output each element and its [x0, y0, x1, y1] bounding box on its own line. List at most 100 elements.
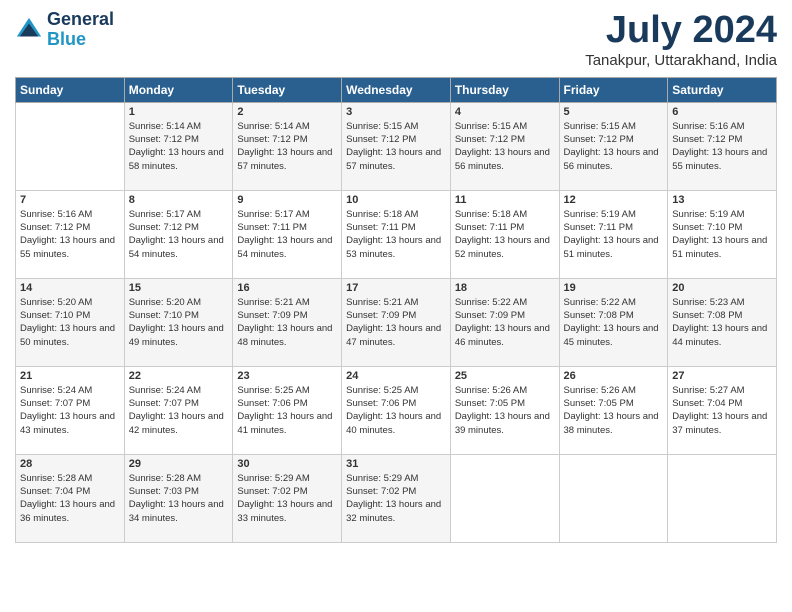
day-info: Sunrise: 5:27 AMSunset: 7:04 PMDaylight:…: [672, 384, 772, 437]
calendar-body: 1 Sunrise: 5:14 AMSunset: 7:12 PMDaylight…: [16, 102, 777, 542]
calendar-cell: 20Sunrise: 5:23 AMSunset: 7:08 PMDayligh…: [668, 278, 777, 366]
day-info: Sunrise: 5:25 AMSunset: 7:06 PMDaylight:…: [237, 384, 337, 437]
page-header: General Blue July 2024 Tanakpur, Uttarak…: [15, 10, 777, 69]
day-number: 14: [20, 282, 120, 294]
calendar-cell: 24 Sunrise: 5:25 AMSunset: 7:06 PMDayligh…: [342, 366, 451, 454]
calendar-cell: [16, 102, 125, 190]
day-number: 21: [20, 370, 120, 382]
day-number: 15: [129, 282, 229, 294]
day-number: 16: [237, 282, 337, 294]
day-info: Sunrise: 5:24 AMSunset: 7:07 PMDaylight:…: [129, 384, 229, 437]
calendar-table: SundayMondayTuesdayWednesdayThursdayFrid…: [15, 77, 777, 543]
day-number: 31: [346, 458, 446, 470]
day-number: 24: [346, 370, 446, 382]
calendar-cell: [559, 454, 668, 542]
calendar-cell: 30 Sunrise: 5:29 AMSunset: 7:02 PMDayligh…: [233, 454, 342, 542]
day-info: Sunrise: 5:22 AMSunset: 7:09 PMDaylight:…: [455, 296, 555, 349]
day-info: Sunrise: 5:21 AMSunset: 7:09 PMDaylight:…: [237, 296, 337, 349]
calendar-cell: 14 Sunrise: 5:20 AMSunset: 7:10 PMDayligh…: [16, 278, 125, 366]
day-info: Sunrise: 5:18 AMSunset: 7:11 PMDaylight:…: [455, 208, 555, 261]
month-title: July 2024: [585, 10, 777, 52]
calendar-cell: 2 Sunrise: 5:14 AMSunset: 7:12 PMDaylight…: [233, 102, 342, 190]
day-number: 1: [129, 106, 229, 118]
day-info: Sunrise: 5:25 AMSunset: 7:06 PMDaylight:…: [346, 384, 446, 437]
calendar-cell: 1Sunrise: 5:14 AMSunset: 7:12 PMDaylight…: [124, 102, 233, 190]
calendar-cell: 10 Sunrise: 5:18 AMSunset: 7:11 PMDayligh…: [342, 190, 451, 278]
calendar-cell: 29Sunrise: 5:28 AMSunset: 7:03 PMDayligh…: [124, 454, 233, 542]
column-header-wednesday: Wednesday: [342, 77, 451, 102]
calendar-cell: 18 Sunrise: 5:22 AMSunset: 7:09 PMDayligh…: [450, 278, 559, 366]
day-info: Sunrise: 5:23 AMSunset: 7:08 PMDaylight:…: [672, 296, 772, 349]
day-info: Sunrise: 5:24 AMSunset: 7:07 PMDaylight:…: [20, 384, 120, 437]
day-number: 23: [237, 370, 337, 382]
day-number: 19: [564, 282, 664, 294]
day-info: Sunrise: 5:28 AMSunset: 7:04 PMDaylight:…: [20, 472, 120, 525]
logo-icon: [15, 16, 43, 44]
day-info: Sunrise: 5:29 AMSunset: 7:02 PMDaylight:…: [237, 472, 337, 525]
day-info: Sunrise: 5:16 AMSunset: 7:12 PMDaylight:…: [20, 208, 120, 261]
day-info: Sunrise: 5:14 AMSunset: 7:12 PMDaylight:…: [237, 120, 337, 173]
calendar-cell: 3Sunrise: 5:15 AMSunset: 7:12 PMDaylight…: [342, 102, 451, 190]
day-info: Sunrise: 5:26 AMSunset: 7:05 PMDaylight:…: [564, 384, 664, 437]
day-number: 13: [672, 194, 772, 206]
calendar-cell: [450, 454, 559, 542]
day-number: 22: [129, 370, 229, 382]
column-header-sunday: Sunday: [16, 77, 125, 102]
location: Tanakpur, Uttarakhand, India: [585, 52, 777, 69]
day-number: 18: [455, 282, 555, 294]
calendar-cell: 19 Sunrise: 5:22 AMSunset: 7:08 PMDayligh…: [559, 278, 668, 366]
calendar-cell: 25 Sunrise: 5:26 AMSunset: 7:05 PMDayligh…: [450, 366, 559, 454]
day-number: 12: [564, 194, 664, 206]
day-info: Sunrise: 5:18 AMSunset: 7:11 PMDaylight:…: [346, 208, 446, 261]
day-info: Sunrise: 5:22 AMSunset: 7:08 PMDaylight:…: [564, 296, 664, 349]
calendar-cell: 21 Sunrise: 5:24 AMSunset: 7:07 PMDayligh…: [16, 366, 125, 454]
day-info: Sunrise: 5:17 AMSunset: 7:11 PMDaylight:…: [237, 208, 337, 261]
calendar-cell: 26 Sunrise: 5:26 AMSunset: 7:05 PMDayligh…: [559, 366, 668, 454]
day-info: Sunrise: 5:20 AMSunset: 7:10 PMDaylight:…: [20, 296, 120, 349]
day-info: Sunrise: 5:20 AMSunset: 7:10 PMDaylight:…: [129, 296, 229, 349]
logo: General Blue: [15, 10, 114, 50]
column-header-friday: Friday: [559, 77, 668, 102]
day-number: 9: [237, 194, 337, 206]
calendar-cell: 22 Sunrise: 5:24 AMSunset: 7:07 PMDayligh…: [124, 366, 233, 454]
column-header-thursday: Thursday: [450, 77, 559, 102]
calendar-cell: 31 Sunrise: 5:29 AMSunset: 7:02 PMDayligh…: [342, 454, 451, 542]
day-number: 8: [129, 194, 229, 206]
calendar-cell: [668, 454, 777, 542]
column-header-monday: Monday: [124, 77, 233, 102]
calendar-cell: 6Sunrise: 5:16 AMSunset: 7:12 PMDaylight…: [668, 102, 777, 190]
day-number: 2: [237, 106, 337, 118]
calendar-week-3: 14 Sunrise: 5:20 AMSunset: 7:10 PMDayligh…: [16, 278, 777, 366]
calendar-week-5: 28 Sunrise: 5:28 AMSunset: 7:04 PMDayligh…: [16, 454, 777, 542]
calendar-week-4: 21 Sunrise: 5:24 AMSunset: 7:07 PMDayligh…: [16, 366, 777, 454]
calendar-cell: 8 Sunrise: 5:17 AMSunset: 7:12 PMDaylight…: [124, 190, 233, 278]
calendar-header-row: SundayMondayTuesdayWednesdayThursdayFrid…: [16, 77, 777, 102]
day-number: 5: [564, 106, 664, 118]
column-header-saturday: Saturday: [668, 77, 777, 102]
day-info: Sunrise: 5:29 AMSunset: 7:02 PMDaylight:…: [346, 472, 446, 525]
calendar-cell: 11 Sunrise: 5:18 AMSunset: 7:11 PMDayligh…: [450, 190, 559, 278]
day-number: 26: [564, 370, 664, 382]
day-number: 29: [129, 458, 229, 470]
day-info: Sunrise: 5:17 AMSunset: 7:12 PMDaylight:…: [129, 208, 229, 261]
calendar-week-2: 7Sunrise: 5:16 AMSunset: 7:12 PMDaylight…: [16, 190, 777, 278]
day-info: Sunrise: 5:26 AMSunset: 7:05 PMDaylight:…: [455, 384, 555, 437]
calendar-cell: 7Sunrise: 5:16 AMSunset: 7:12 PMDaylight…: [16, 190, 125, 278]
calendar-cell: 16 Sunrise: 5:21 AMSunset: 7:09 PMDayligh…: [233, 278, 342, 366]
day-info: Sunrise: 5:19 AMSunset: 7:10 PMDaylight:…: [672, 208, 772, 261]
calendar-cell: 27Sunrise: 5:27 AMSunset: 7:04 PMDayligh…: [668, 366, 777, 454]
day-number: 10: [346, 194, 446, 206]
calendar-cell: 4Sunrise: 5:15 AMSunset: 7:12 PMDaylight…: [450, 102, 559, 190]
calendar-cell: 17Sunrise: 5:21 AMSunset: 7:09 PMDayligh…: [342, 278, 451, 366]
logo-text: General Blue: [47, 10, 114, 50]
day-number: 11: [455, 194, 555, 206]
day-number: 30: [237, 458, 337, 470]
day-number: 17: [346, 282, 446, 294]
day-number: 25: [455, 370, 555, 382]
day-number: 28: [20, 458, 120, 470]
day-info: Sunrise: 5:15 AMSunset: 7:12 PMDaylight:…: [346, 120, 446, 173]
day-info: Sunrise: 5:15 AMSunset: 7:12 PMDaylight:…: [564, 120, 664, 173]
calendar-week-1: 1 Sunrise: 5:14 AMSunset: 7:12 PMDaylight…: [16, 102, 777, 190]
column-header-tuesday: Tuesday: [233, 77, 342, 102]
day-info: Sunrise: 5:19 AMSunset: 7:11 PMDaylight:…: [564, 208, 664, 261]
